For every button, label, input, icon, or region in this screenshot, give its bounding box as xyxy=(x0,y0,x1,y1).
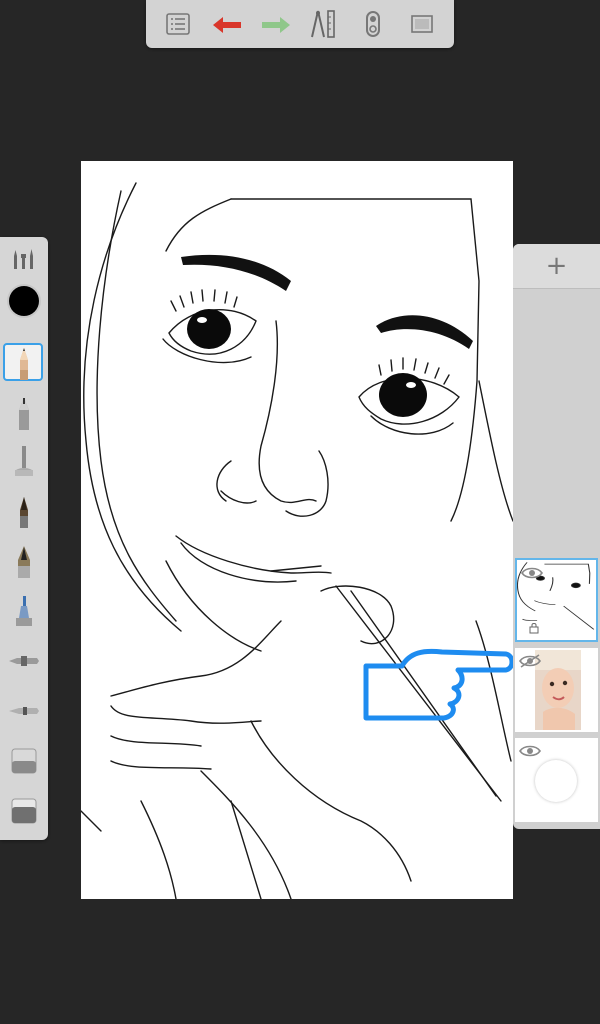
brush-palette xyxy=(0,237,48,840)
add-layer-label: + xyxy=(545,251,568,281)
fineliner-icon xyxy=(9,707,39,715)
paintbrush-icon xyxy=(20,497,28,528)
soft-eraser-icon xyxy=(11,798,37,824)
photo-thumbnail xyxy=(535,650,581,730)
visibility-eye-icon[interactable] xyxy=(521,566,543,580)
pencil-icon xyxy=(20,348,28,380)
fullscreen-icon xyxy=(410,15,433,33)
redo-button[interactable] xyxy=(256,4,296,44)
pen-icon xyxy=(9,656,39,666)
background-color-circle xyxy=(535,760,577,802)
lock-icon[interactable] xyxy=(529,622,539,634)
line-art-sketch xyxy=(81,182,513,899)
add-layer-button[interactable]: + xyxy=(513,244,600,289)
soft-eraser[interactable] xyxy=(0,789,48,833)
redo-icon xyxy=(261,17,290,33)
color-swatch[interactable] xyxy=(0,279,48,323)
marker-brush[interactable] xyxy=(0,539,48,583)
chisel-icon xyxy=(16,596,32,626)
layer-background[interactable] xyxy=(515,738,598,822)
brush-settings-icon xyxy=(14,249,33,269)
hard-eraser-icon xyxy=(11,748,37,774)
paintbrush-brush[interactable] xyxy=(0,489,48,533)
layers-panel: + xyxy=(513,244,600,829)
color-dot xyxy=(9,286,39,316)
symmetry-icon xyxy=(365,11,380,37)
ballpoint-brush[interactable] xyxy=(0,391,48,435)
ruler-tools-icon xyxy=(311,10,336,38)
pointing-hand-annotation xyxy=(363,648,515,721)
menu-icon xyxy=(166,13,191,35)
undo-icon xyxy=(212,17,241,33)
visibility-eye-icon[interactable] xyxy=(519,744,541,758)
undo-button[interactable] xyxy=(207,4,247,44)
layer-line-art[interactable] xyxy=(515,558,598,642)
pen-brush[interactable] xyxy=(0,639,48,683)
ballpoint-pen-icon xyxy=(19,398,29,430)
brush-settings-button[interactable] xyxy=(0,237,48,281)
symmetry-button[interactable] xyxy=(353,4,393,44)
pencil-brush[interactable] xyxy=(0,341,48,385)
fineliner-brush[interactable] xyxy=(0,689,48,733)
airbrush-brush[interactable] xyxy=(0,439,48,483)
ruler-tools-button[interactable] xyxy=(304,4,344,44)
layer-photo[interactable] xyxy=(515,648,598,732)
marker-icon xyxy=(18,546,30,578)
menu-button[interactable] xyxy=(158,4,198,44)
airbrush-icon xyxy=(15,446,33,476)
top-toolbar xyxy=(146,0,454,48)
chisel-brush[interactable] xyxy=(0,589,48,633)
fullscreen-button[interactable] xyxy=(402,4,442,44)
hidden-eye-icon[interactable] xyxy=(519,654,541,668)
drawing-canvas[interactable] xyxy=(81,161,513,899)
hard-eraser[interactable] xyxy=(0,739,48,783)
